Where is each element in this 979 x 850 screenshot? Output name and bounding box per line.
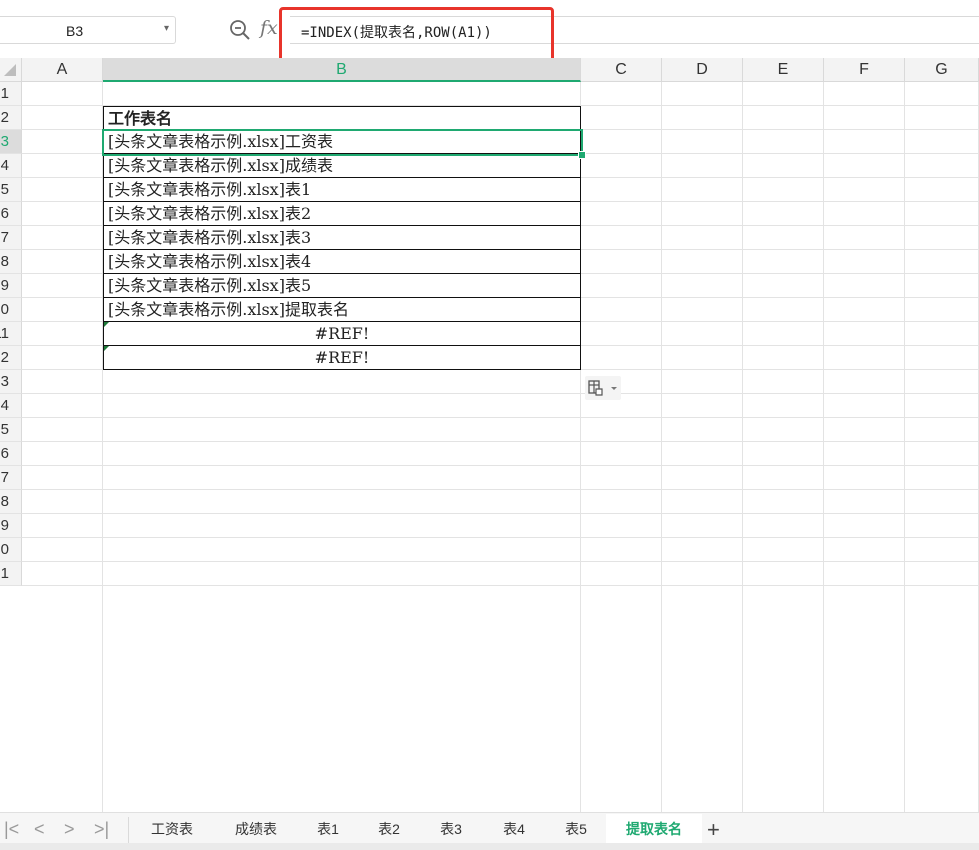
row-header-1[interactable]: 1 xyxy=(0,82,22,106)
grid-column-line xyxy=(742,82,743,812)
sheet-name-cell[interactable]: [头条文章表格示例.xlsx]成绩表 xyxy=(103,154,581,178)
fill-handle[interactable] xyxy=(578,151,586,159)
status-strip xyxy=(0,843,979,850)
cell-value: [头条文章表格示例.xlsx]表4 xyxy=(108,252,312,271)
column-header-d[interactable]: D xyxy=(662,58,743,82)
column-header-a[interactable]: A xyxy=(22,58,103,82)
row-header-17[interactable]: 17 xyxy=(0,466,22,490)
row-header-11[interactable]: 11 xyxy=(0,322,22,346)
select-all-corner[interactable] xyxy=(0,58,22,82)
cell-value: [头条文章表格示例.xlsx]表2 xyxy=(108,204,312,223)
prev-sheet-icon[interactable]: < xyxy=(34,819,45,840)
column-header-e[interactable]: E xyxy=(743,58,824,82)
grid-row-line xyxy=(22,537,979,538)
row-header-16[interactable]: 16 xyxy=(0,442,22,466)
sheet-name-cell[interactable]: [头条文章表格示例.xlsx]表5 xyxy=(103,274,581,298)
error-indicator-icon xyxy=(104,322,109,327)
error-cell[interactable]: #REF! xyxy=(103,322,581,346)
row-header-19[interactable]: 19 xyxy=(0,514,22,538)
select-all-icon xyxy=(4,64,16,76)
cell-value: #REF! xyxy=(314,324,370,343)
sheet-name-cell[interactable]: [头条文章表格示例.xlsx]表4 xyxy=(103,250,581,274)
cell-value: [头条文章表格示例.xlsx]表1 xyxy=(108,180,312,199)
cell-value: #REF! xyxy=(314,348,370,367)
column-header-f[interactable]: F xyxy=(824,58,905,82)
formula-bar: B3 ▾ fx =INDEX(提取表名,ROW(A1)) xyxy=(0,0,979,66)
sheet-name-cell[interactable]: [头条文章表格示例.xlsx]表3 xyxy=(103,226,581,250)
grid-column-line xyxy=(904,82,905,812)
grid-row-line xyxy=(22,561,979,562)
row-header-3[interactable]: 3 xyxy=(0,130,22,154)
row-header-9[interactable]: 9 xyxy=(0,274,22,298)
row-header-14[interactable]: 14 xyxy=(0,394,22,418)
sheet-tab-0[interactable]: 工资表 xyxy=(130,814,214,844)
grid-row-line xyxy=(22,465,979,466)
chevron-down-icon[interactable]: ▾ xyxy=(164,23,169,34)
row-header-6[interactable]: 6 xyxy=(0,202,22,226)
grid-row-line xyxy=(22,585,979,586)
sheet-tab-4[interactable]: 表3 xyxy=(420,814,482,844)
sheet-name-cell[interactable]: [头条文章表格示例.xlsx]表1 xyxy=(103,178,581,202)
paste-options-button[interactable] xyxy=(585,376,621,400)
error-cell[interactable]: #REF! xyxy=(103,346,581,370)
add-sheet-icon[interactable]: + xyxy=(707,817,720,843)
tab-separator xyxy=(128,817,129,843)
row-header-2[interactable]: 2 xyxy=(0,106,22,130)
grid-row-line xyxy=(22,441,979,442)
zoom-formula-icon[interactable] xyxy=(229,19,251,41)
row-header-10[interactable]: 10 xyxy=(0,298,22,322)
row-header-5[interactable]: 5 xyxy=(0,178,22,202)
column-header-b[interactable]: B xyxy=(103,58,581,82)
sheet-tab-7[interactable]: 提取表名 xyxy=(606,814,702,844)
row-header-18[interactable]: 18 xyxy=(0,490,22,514)
row-header-13[interactable]: 13 xyxy=(0,370,22,394)
cell-value: [头条文章表格示例.xlsx]表5 xyxy=(108,276,312,295)
paste-options-icon xyxy=(588,380,617,396)
sheet-tab-6[interactable]: 表5 xyxy=(546,814,606,844)
sheet-tab-1[interactable]: 成绩表 xyxy=(214,814,298,844)
sheet-name-cell[interactable]: [头条文章表格示例.xlsx]表2 xyxy=(103,202,581,226)
cell-value: [头条文章表格示例.xlsx]提取表名 xyxy=(108,300,349,319)
first-sheet-icon[interactable]: |< xyxy=(4,819,19,840)
error-indicator-icon xyxy=(104,346,109,351)
last-sheet-icon[interactable]: >| xyxy=(94,819,109,840)
sheet-tab-2[interactable]: 表1 xyxy=(298,814,358,844)
name-box[interactable]: B3 ▾ xyxy=(0,16,176,44)
row-header-12[interactable]: 12 xyxy=(0,346,22,370)
grid-row-line xyxy=(22,393,979,394)
active-cell-border xyxy=(102,129,583,156)
cell-value: [头条文章表格示例.xlsx]成绩表 xyxy=(108,156,333,175)
grid-row-line xyxy=(22,513,979,514)
table-header-cell[interactable]: 工作表名 xyxy=(103,106,581,130)
grid-column-line xyxy=(823,82,824,812)
row-header-8[interactable]: 8 xyxy=(0,250,22,274)
column-header-c[interactable]: C xyxy=(581,58,662,82)
cell-value: [头条文章表格示例.xlsx]表3 xyxy=(108,228,312,247)
fx-icon[interactable]: fx xyxy=(260,17,278,39)
row-header-7[interactable]: 7 xyxy=(0,226,22,250)
sheet-name-cell[interactable]: [头条文章表格示例.xlsx]提取表名 xyxy=(103,298,581,322)
grid-row-line xyxy=(22,417,979,418)
row-header-15[interactable]: 15 xyxy=(0,418,22,442)
grid-row-line xyxy=(22,489,979,490)
row-header-21[interactable]: 21 xyxy=(0,562,22,586)
sheet-tab-3[interactable]: 表2 xyxy=(358,814,420,844)
column-header-g[interactable]: G xyxy=(905,58,979,82)
row-header-20[interactable]: 20 xyxy=(0,538,22,562)
grid-column-line xyxy=(661,82,662,812)
row-header-4[interactable]: 4 xyxy=(0,154,22,178)
next-sheet-icon[interactable]: > xyxy=(64,819,75,840)
name-box-value: B3 xyxy=(66,23,84,39)
sheet-tab-5[interactable]: 表4 xyxy=(482,814,546,844)
